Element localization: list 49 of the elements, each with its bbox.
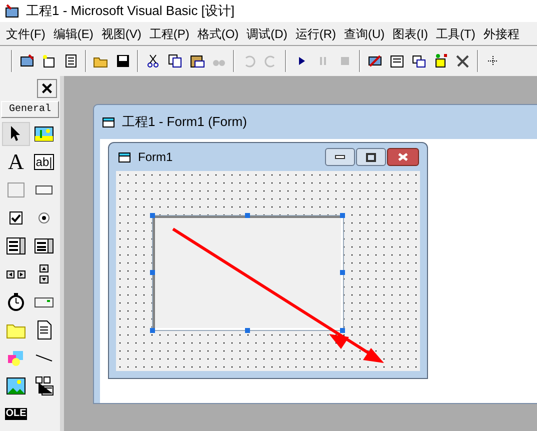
maximize-button[interactable] [356, 148, 386, 166]
frame-icon [6, 180, 26, 200]
minimize-button[interactable] [325, 148, 355, 166]
resize-handle[interactable] [150, 213, 155, 218]
toolbox-tool[interactable]: A [2, 150, 30, 174]
label-tool-icon: A [8, 151, 24, 173]
toolbox-tool[interactable]: ab| [30, 150, 58, 174]
form-title: Form1 [138, 149, 174, 166]
minimize-icon [335, 155, 345, 159]
frame-control[interactable] [153, 216, 343, 330]
menu-item[interactable]: 调试(D) [242, 24, 292, 42]
picture-box-icon [34, 124, 54, 144]
data-control-icon [34, 376, 54, 396]
list-box-icon [34, 236, 54, 256]
menu-item[interactable]: 编辑(E) [49, 24, 98, 42]
menu-item[interactable]: 工具(T) [432, 24, 480, 42]
menu-item[interactable]: 工程(P) [145, 24, 194, 42]
resize-handle[interactable] [150, 270, 155, 275]
textbox-tool-icon: ab| [34, 154, 54, 170]
toolbox-tool[interactable]: OLE [2, 402, 30, 426]
menu-item[interactable]: 图表(I) [388, 24, 432, 42]
toolbox-tool[interactable] [2, 122, 30, 146]
form-icon [118, 151, 132, 163]
toolbox-tab[interactable]: General [1, 101, 59, 118]
menu-item[interactable]: 文件(F) [2, 24, 50, 42]
close-window-button[interactable] [387, 148, 419, 166]
resize-handle[interactable] [340, 270, 345, 275]
maximize-icon [366, 152, 376, 162]
close-icon [398, 153, 408, 161]
image-icon [6, 376, 26, 396]
resize-handle[interactable] [340, 328, 345, 333]
menu-item[interactable]: 格式(O) [193, 24, 243, 42]
resize-handle[interactable] [245, 328, 250, 333]
window-title: 工程1 - Microsoft Visual Basic [设计] [26, 2, 235, 20]
app-icon [3, 3, 21, 19]
ole-tool-icon: OLE [4, 408, 28, 420]
menu-item[interactable]: 视图(V) [97, 24, 146, 42]
shapes-icon [6, 348, 26, 368]
resize-handle[interactable] [245, 213, 250, 218]
menu-item[interactable]: 外接程 [479, 24, 524, 42]
menu-item[interactable]: 查询(U) [340, 24, 389, 42]
form-icon [102, 116, 116, 128]
menu-item[interactable]: 运行(R) [291, 24, 340, 42]
project-window-title: 工程1 - Form1 (Form) [122, 113, 247, 132]
resize-handle[interactable] [340, 213, 345, 218]
resize-handle[interactable] [150, 328, 155, 333]
stopwatch-icon [6, 292, 26, 312]
combo-box-icon [6, 236, 26, 256]
close-button[interactable]: × [37, 79, 57, 98]
